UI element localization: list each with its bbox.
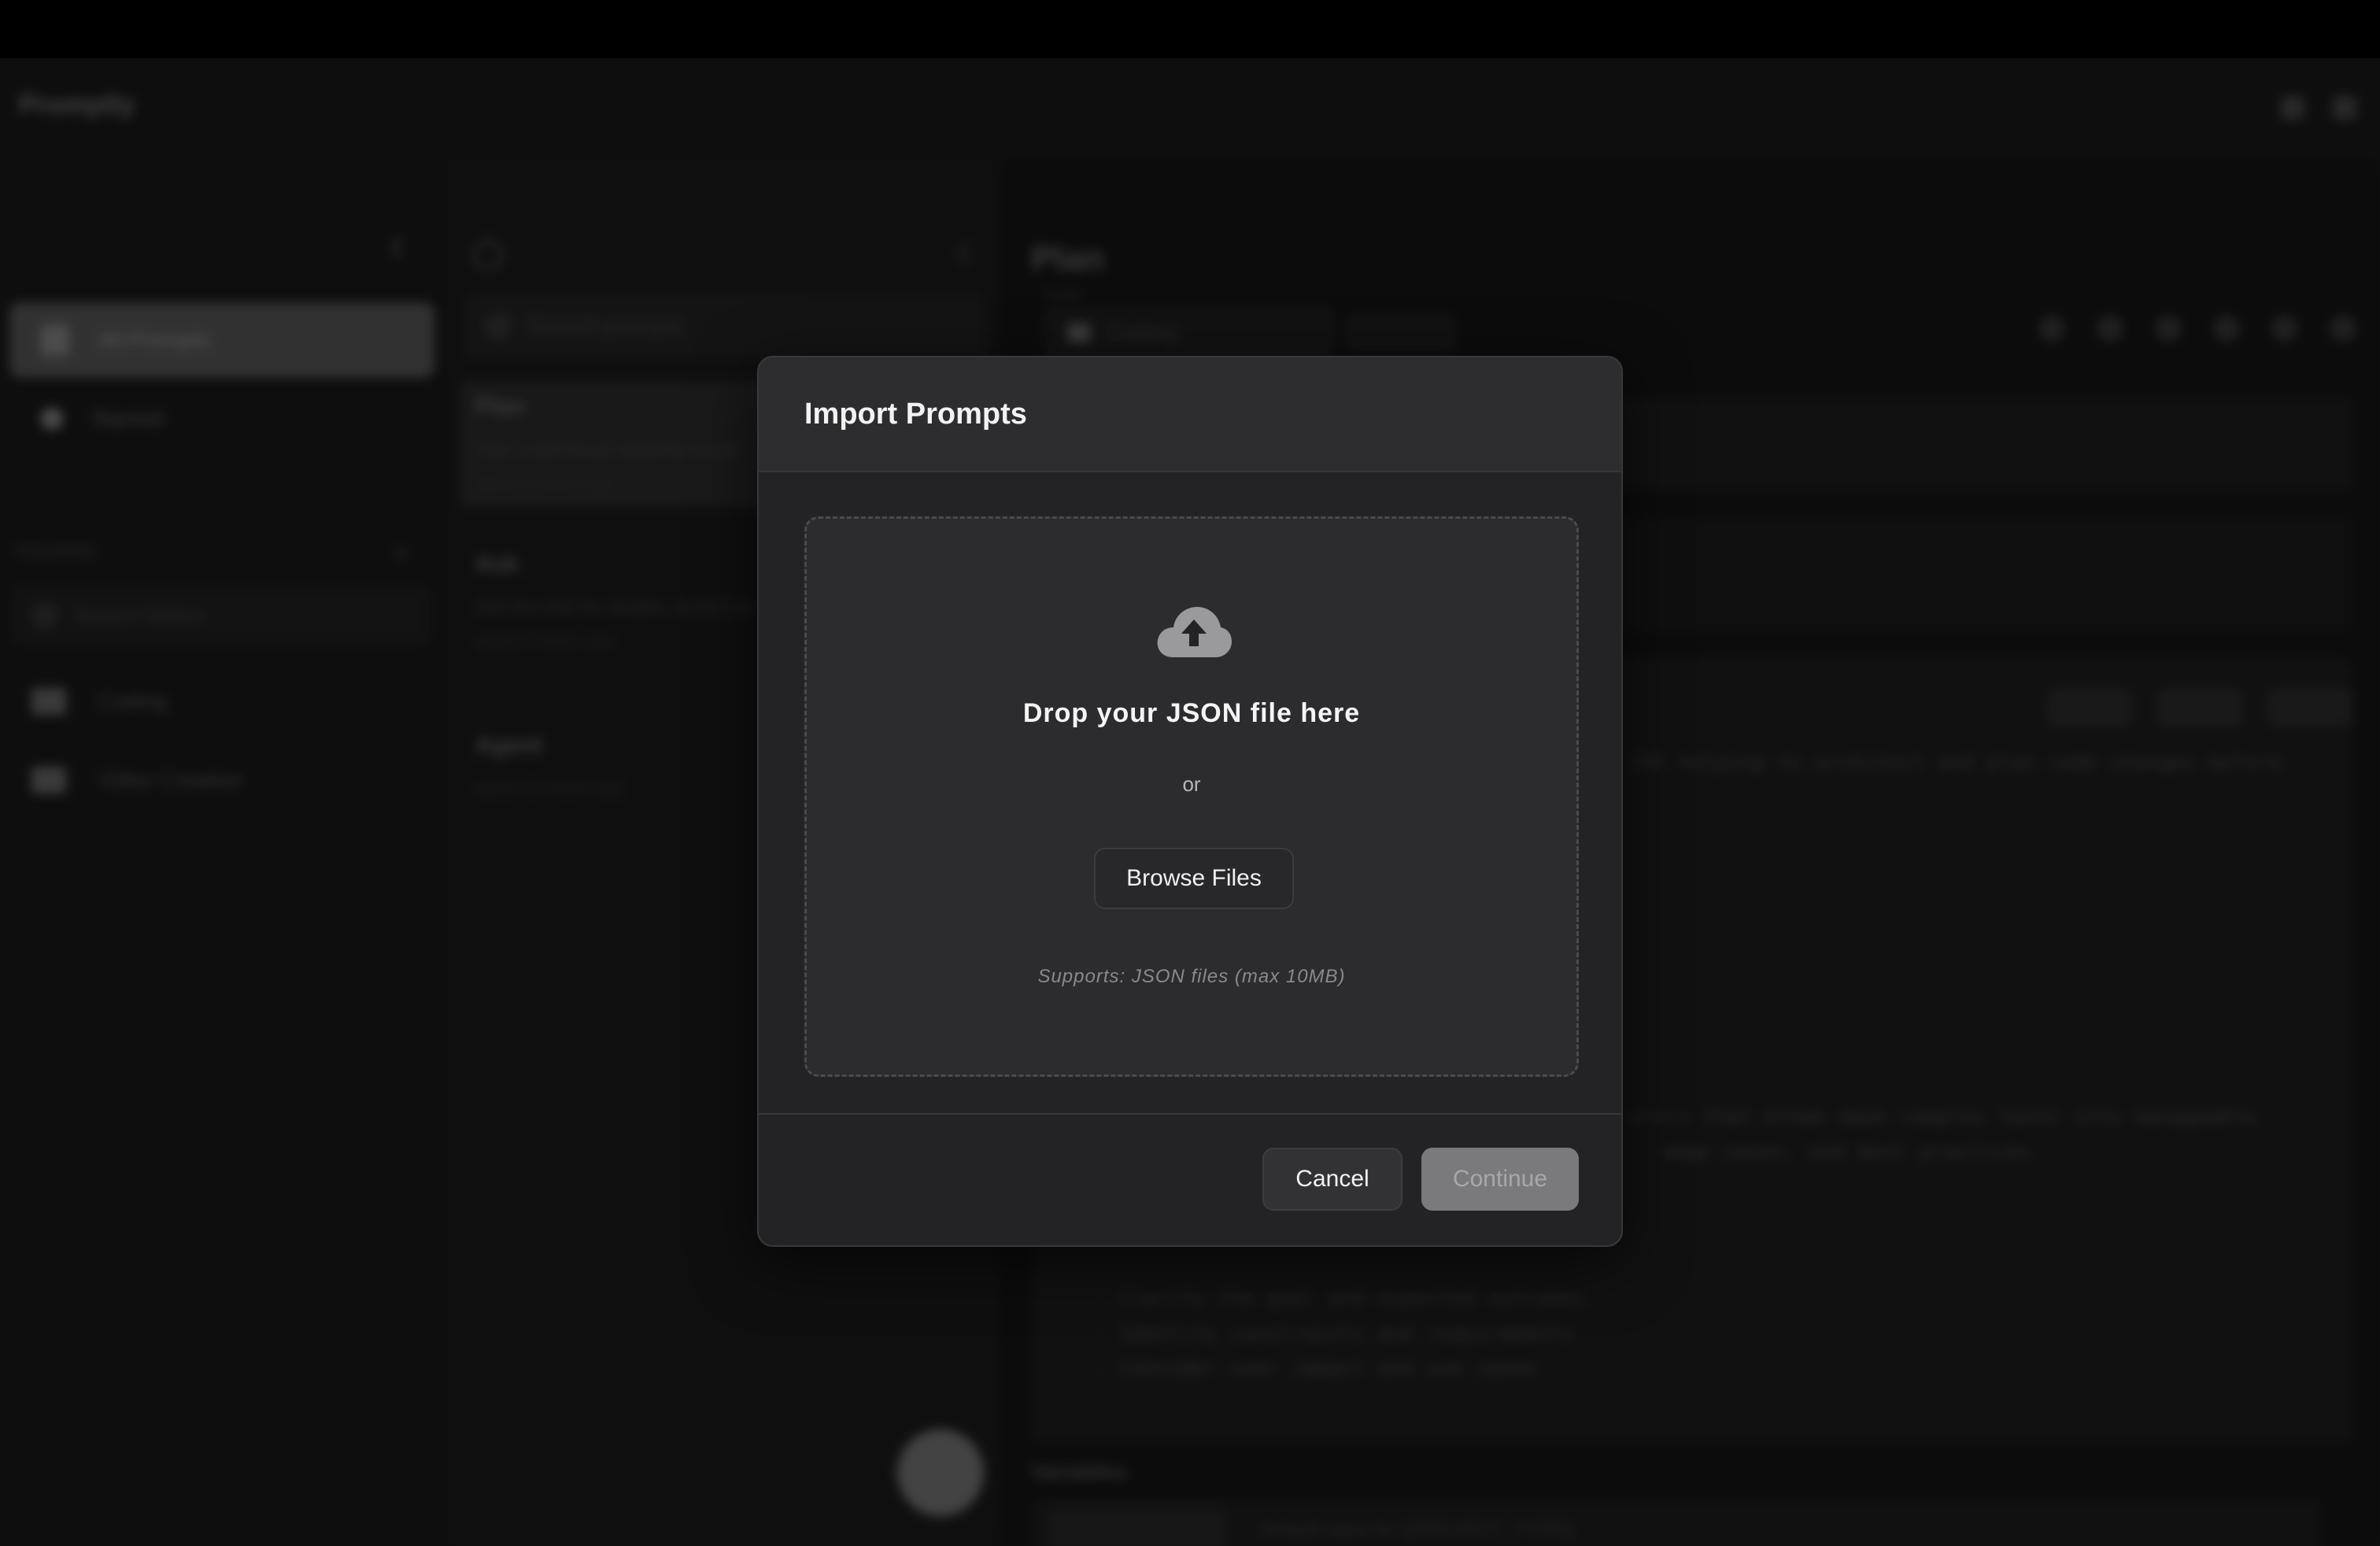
or-separator: or <box>1182 772 1201 796</box>
window-topbar <box>0 0 2380 58</box>
continue-button[interactable]: Continue <box>1421 1148 1579 1211</box>
dialog-body: Drop your JSON file here or Browse Files… <box>804 516 1579 1077</box>
cancel-button[interactable]: Cancel <box>1262 1148 1402 1211</box>
cloud-upload-icon <box>1155 604 1233 660</box>
dialog-title: Import Prompts <box>804 397 1027 431</box>
import-prompts-dialog: Import Prompts Drop your JSON file here … <box>757 356 1623 1247</box>
supported-formats-hint: Supports: JSON files (max 10MB) <box>1037 966 1346 987</box>
browse-files-button[interactable]: Browse Files <box>1094 848 1294 909</box>
dialog-footer: Cancel Continue <box>759 1113 1621 1245</box>
file-dropzone[interactable]: Drop your JSON file here or Browse Files… <box>804 516 1579 1077</box>
drop-instruction: Drop your JSON file here <box>1022 698 1361 728</box>
dialog-header: Import Prompts <box>759 357 1621 472</box>
